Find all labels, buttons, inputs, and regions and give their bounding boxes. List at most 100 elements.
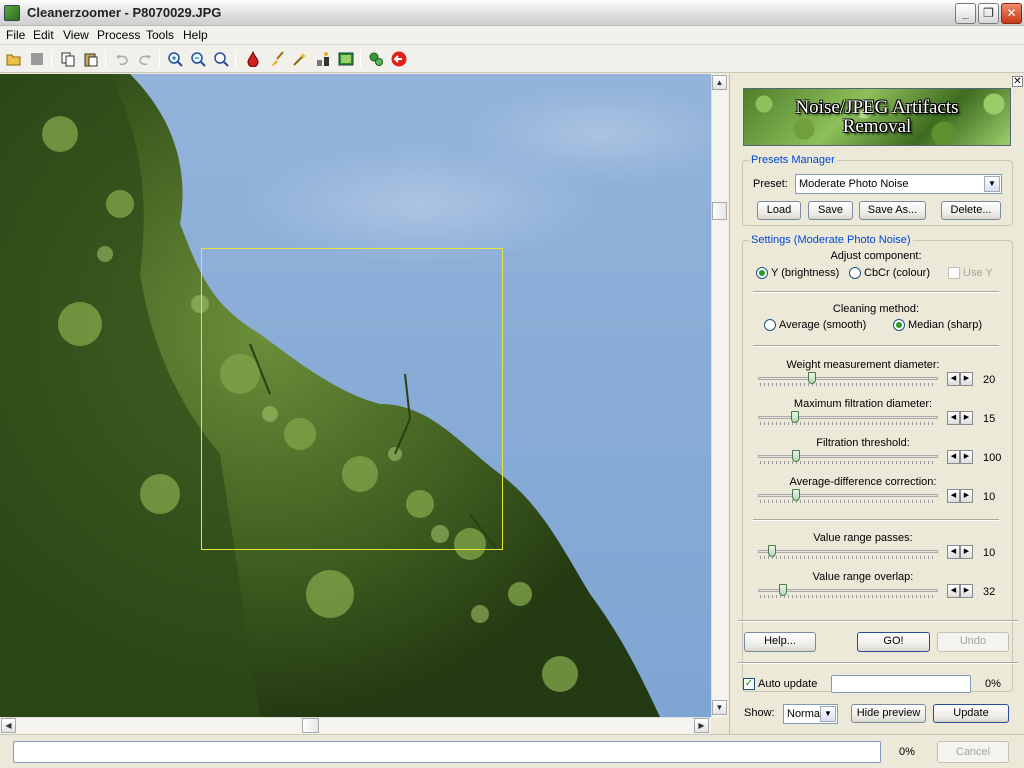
magic-wand-icon[interactable] <box>291 50 309 68</box>
selection-box[interactable] <box>201 248 503 550</box>
menu-view[interactable]: View <box>63 28 89 42</box>
image-canvas[interactable] <box>0 74 711 717</box>
brush-icon[interactable] <box>268 50 286 68</box>
noise-removal-panel: ✕ Noise/JPEG Artifacts Removal Presets M… <box>729 74 1024 734</box>
value-range-overlap-slider[interactable] <box>758 584 938 598</box>
help-button[interactable]: Help... <box>744 632 816 652</box>
paste-icon[interactable] <box>82 50 100 68</box>
scroll-corner <box>711 717 728 734</box>
panel-banner: Noise/JPEG Artifacts Removal <box>743 88 1011 146</box>
median-sharp-label[interactable]: Median (sharp) <box>908 319 982 331</box>
color-drop-icon[interactable] <box>244 50 262 68</box>
copy-icon[interactable] <box>59 50 77 68</box>
auto-update-checkbox[interactable]: ✓ <box>743 678 755 690</box>
slider-thumb[interactable] <box>808 372 816 384</box>
horizontal-scroll-thumb[interactable] <box>302 718 319 733</box>
use-y-checkbox[interactable] <box>948 267 960 279</box>
slider-thumb[interactable] <box>791 411 799 423</box>
value-range-passes-spinner[interactable]: ◀ ▶ <box>947 545 974 559</box>
preset-dropdown[interactable]: Moderate Photo Noise ▼ <box>795 174 1002 194</box>
cbcr-colour-label[interactable]: CbCr (colour) <box>864 267 930 279</box>
undo-icon[interactable] <box>113 50 131 68</box>
slider-thumb[interactable] <box>779 584 787 596</box>
divider <box>738 620 1018 622</box>
adjust-component-label: Adjust component: <box>830 250 922 262</box>
scroll-up-arrow-icon[interactable]: ▲ <box>712 75 727 90</box>
value-range-passes-slider[interactable] <box>758 545 938 559</box>
zoom-out-icon[interactable] <box>189 50 207 68</box>
zoom-fit-icon[interactable] <box>212 50 230 68</box>
cancel-button[interactable]: Cancel <box>937 741 1009 763</box>
avg-diff-correction-spinner[interactable]: ◀ ▶ <box>947 489 974 503</box>
close-button[interactable]: ✕ <box>1001 3 1022 24</box>
load-button[interactable]: Load <box>757 201 801 220</box>
value-range-overlap-spinner[interactable]: ◀ ▶ <box>947 584 974 598</box>
open-folder-icon[interactable] <box>5 50 23 68</box>
slider-thumb[interactable] <box>792 489 800 501</box>
save-button[interactable]: Save <box>808 201 853 220</box>
horizontal-scrollbar[interactable]: ◀ ▶ <box>0 717 711 734</box>
max-filtration-value: 15 <box>983 413 996 425</box>
median-sharp-radio[interactable] <box>893 319 905 331</box>
average-smooth-radio[interactable] <box>764 319 776 331</box>
auto-update-progress-bar <box>831 675 971 693</box>
process-gears-icon[interactable] <box>367 50 385 68</box>
filtration-threshold-label: Filtration threshold: <box>816 437 910 449</box>
panel-close-icon[interactable]: ✕ <box>1012 76 1023 87</box>
menu-help[interactable]: Help <box>183 28 208 42</box>
avg-diff-correction-value: 10 <box>983 491 996 503</box>
delete-button[interactable]: Delete... <box>941 201 1001 220</box>
scroll-right-arrow-icon[interactable]: ▶ <box>694 718 709 733</box>
weight-diameter-slider[interactable] <box>758 372 938 386</box>
show-mode-dropdown[interactable]: Normal ▼ <box>783 704 838 724</box>
menu-edit[interactable]: Edit <box>33 28 54 42</box>
y-brightness-label[interactable]: Y (brightness) <box>771 267 839 279</box>
max-filtration-label: Maximum filtration diameter: <box>793 398 933 410</box>
hide-preview-button[interactable]: Hide preview <box>851 704 926 723</box>
exit-arrow-icon[interactable] <box>390 50 408 68</box>
zoom-in-icon[interactable] <box>166 50 184 68</box>
scroll-left-arrow-icon[interactable]: ◀ <box>1 718 16 733</box>
slider-thumb[interactable] <box>768 545 776 557</box>
undo-button[interactable]: Undo <box>937 632 1009 652</box>
title-bar: Cleanerzoomer - P8070029.JPG _ ❐ ✕ <box>0 0 1024 26</box>
stop-icon[interactable] <box>28 50 46 68</box>
max-filtration-spinner[interactable]: ◀ ▶ <box>947 411 974 425</box>
show-mode-value: Normal <box>787 708 823 720</box>
maximize-button[interactable]: ❐ <box>978 3 999 24</box>
go-button[interactable]: GO! <box>857 632 930 652</box>
menu-process[interactable]: Process <box>97 28 140 42</box>
use-y-label: Use Y <box>963 267 993 279</box>
max-filtration-slider[interactable] <box>758 411 938 425</box>
chevron-down-icon[interactable]: ▼ <box>820 706 836 722</box>
scroll-down-arrow-icon[interactable]: ▼ <box>712 700 727 715</box>
update-button[interactable]: Update <box>933 704 1009 723</box>
avg-diff-correction-slider[interactable] <box>758 489 938 503</box>
filtration-threshold-spinner[interactable]: ◀ ▶ <box>947 450 974 464</box>
save-as-button[interactable]: Save As... <box>859 201 926 220</box>
preset-dropdown-value: Moderate Photo Noise <box>799 178 909 190</box>
image-compare-icon[interactable] <box>337 50 355 68</box>
show-label: Show: <box>744 707 775 719</box>
minimize-button[interactable]: _ <box>955 3 976 24</box>
weight-diameter-spinner[interactable]: ◀ ▶ <box>947 372 974 386</box>
chevron-down-icon[interactable]: ▼ <box>984 176 1000 192</box>
status-bar: 0% Cancel <box>0 734 1024 768</box>
average-smooth-label[interactable]: Average (smooth) <box>779 319 866 331</box>
main-progress-bar <box>13 741 881 763</box>
menu-file[interactable]: File <box>6 28 25 42</box>
menu-tools[interactable]: Tools <box>146 28 174 42</box>
auto-update-label[interactable]: Auto update <box>758 678 817 690</box>
vertical-scroll-thumb[interactable] <box>712 202 727 220</box>
avg-diff-correction-label: Average-difference correction: <box>789 476 937 488</box>
cbcr-colour-radio[interactable] <box>849 267 861 279</box>
toolbar <box>0 45 1024 73</box>
redo-icon[interactable] <box>136 50 154 68</box>
filtration-threshold-slider[interactable] <box>758 450 938 464</box>
slider-thumb[interactable] <box>792 450 800 462</box>
y-brightness-radio[interactable] <box>756 267 768 279</box>
clone-tool-icon[interactable] <box>314 50 332 68</box>
presets-manager-group: Presets Manager Preset: Moderate Photo N… <box>742 154 1013 226</box>
vertical-scrollbar[interactable]: ▲ ▼ <box>711 74 728 717</box>
banner-title-line2: Removal <box>842 116 912 137</box>
